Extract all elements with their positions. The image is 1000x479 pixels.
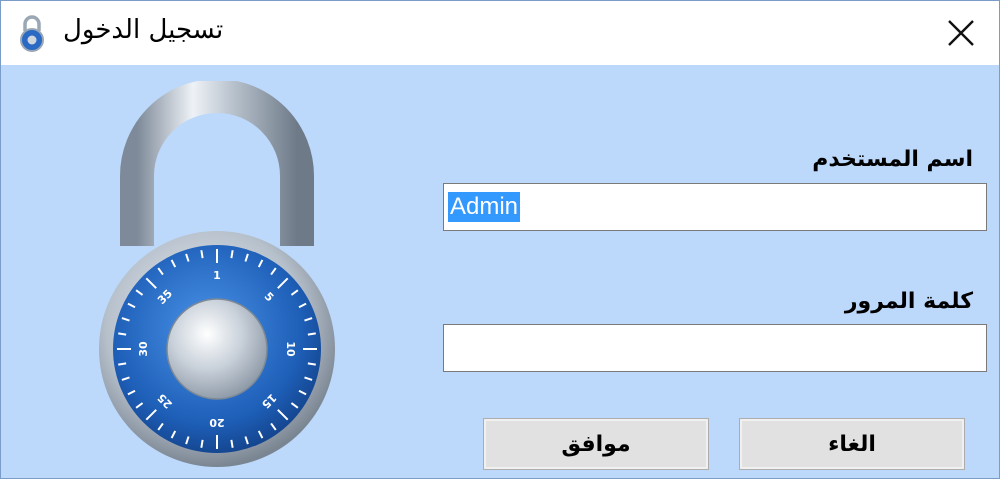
username-input[interactable]: Admin — [443, 183, 987, 231]
dial-tick — [200, 439, 204, 448]
dial-tick — [307, 332, 316, 336]
window-title: تسجيل الدخول — [63, 15, 224, 45]
close-icon — [948, 20, 974, 46]
padlock-icon: 15101520253035 — [99, 81, 335, 467]
username-label: اسم المستخدم — [812, 147, 973, 172]
password-input[interactable] — [443, 324, 987, 372]
dial-tick — [230, 250, 234, 259]
lock-app-icon — [20, 15, 44, 52]
cancel-button[interactable]: الغاء — [739, 418, 965, 470]
dial-number: 1 — [213, 269, 221, 282]
password-label: كلمة المرور — [844, 289, 973, 314]
dial-number: 10 — [284, 341, 297, 357]
dial-tick — [118, 362, 127, 366]
login-dialog: تسجيل الدخول 1 5 10 15 20 25 30 35 اسم ا… — [0, 0, 1000, 479]
title-bar: تسجيل الدخول — [1, 1, 999, 65]
dial-number: 30 — [137, 341, 150, 357]
dial-tick — [307, 362, 316, 366]
username-value: Admin — [448, 192, 521, 222]
dial-tick — [118, 332, 127, 336]
dial-number: 20 — [209, 416, 225, 429]
dial-tick — [200, 250, 204, 259]
dial-tick — [230, 439, 234, 448]
ok-button[interactable]: موافق — [483, 418, 709, 470]
close-button[interactable] — [933, 9, 989, 57]
